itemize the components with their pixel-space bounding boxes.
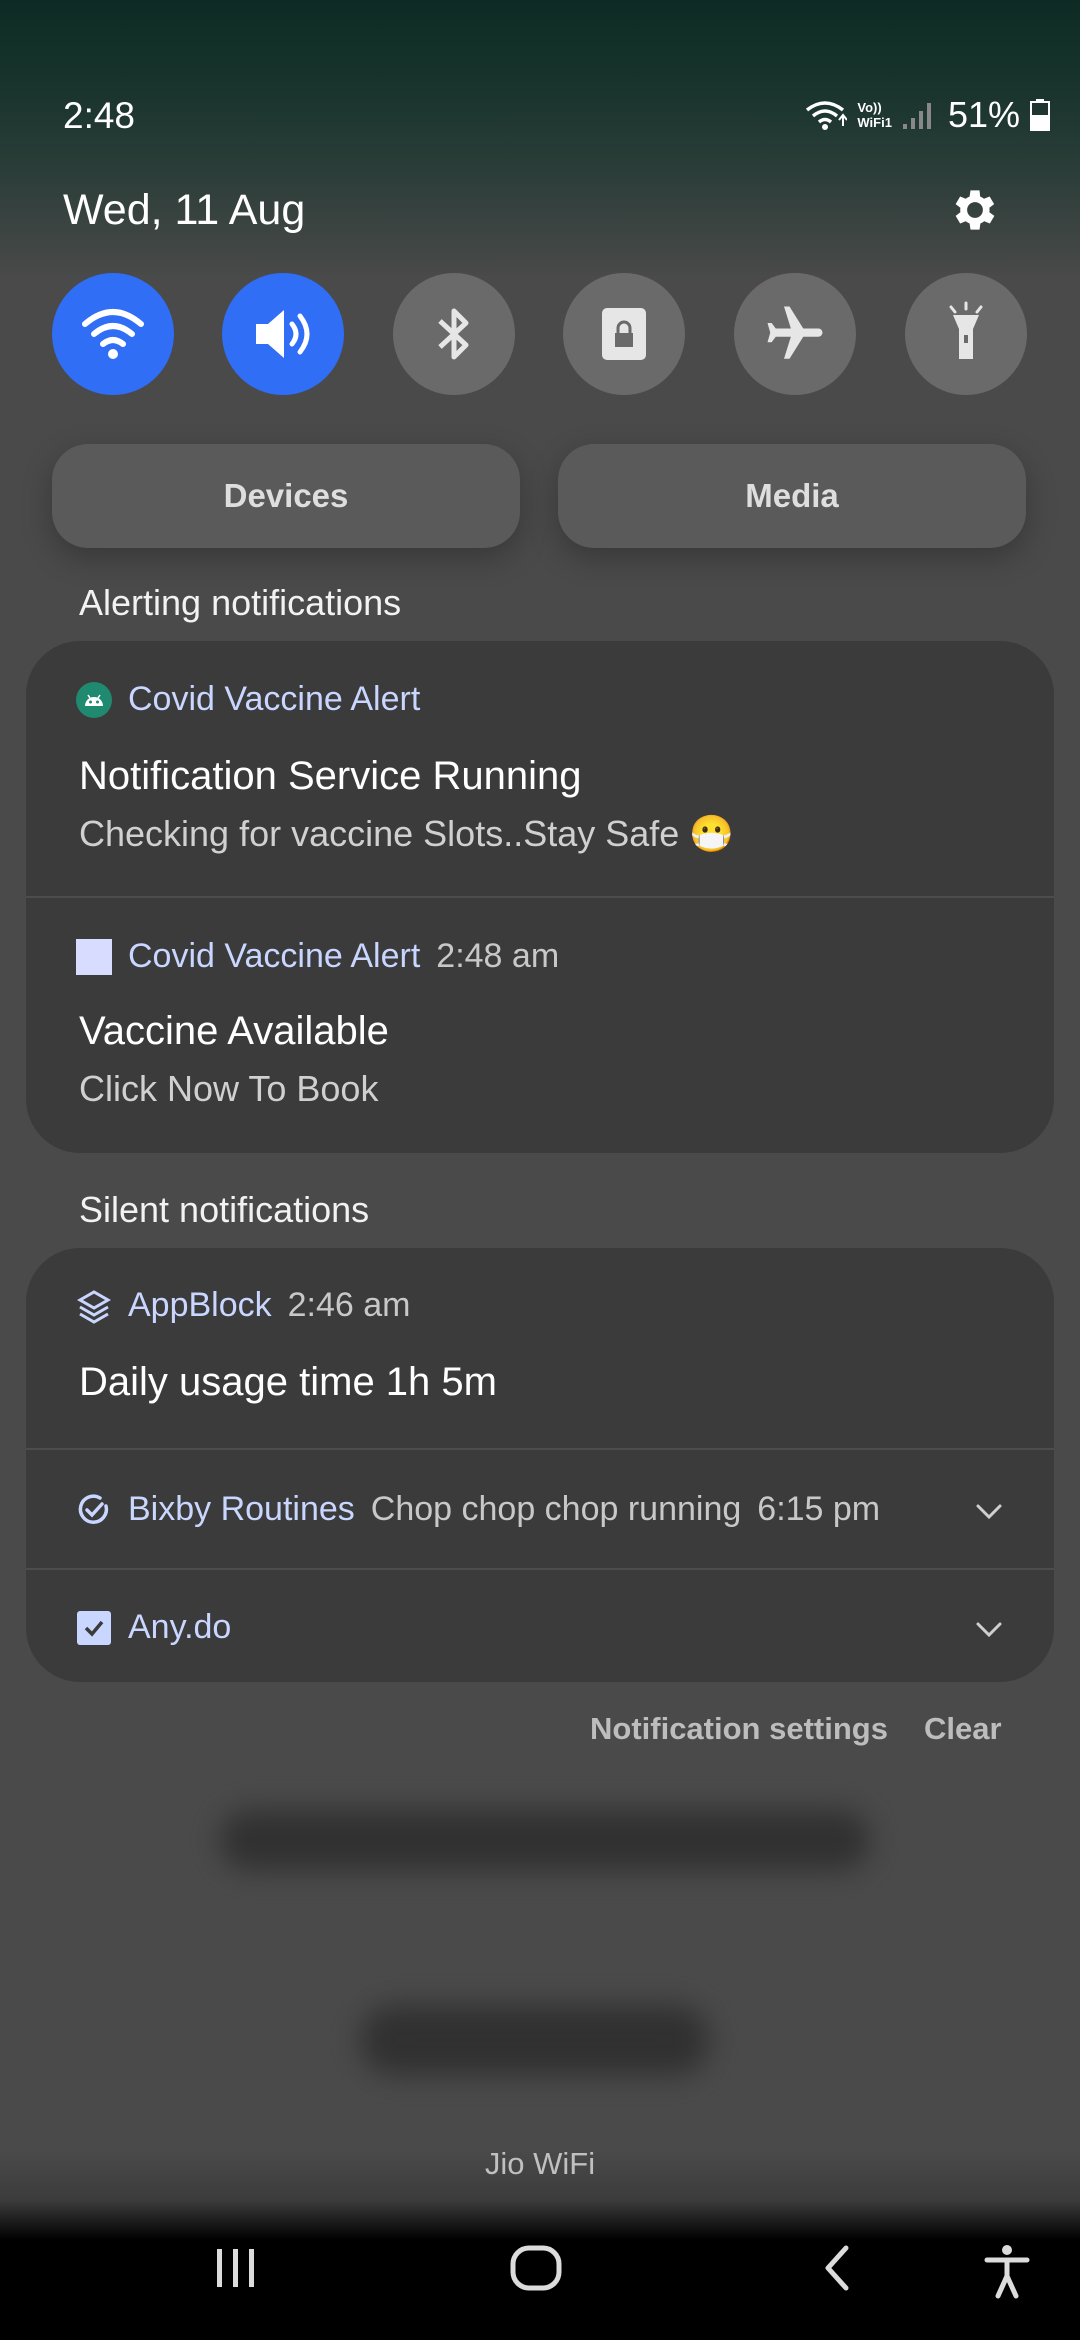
accessibility-button[interactable]: [982, 2243, 1032, 2299]
quick-toggles: [52, 273, 1028, 395]
gear-icon: [955, 190, 995, 230]
home-button[interactable]: [508, 2243, 564, 2293]
media-button[interactable]: Media: [558, 444, 1026, 548]
screen-lock-toggle[interactable]: [563, 273, 685, 395]
navigation-bar: [0, 2190, 1080, 2340]
wifi-icon: [82, 309, 144, 359]
lock-icon: [602, 308, 646, 360]
notification-item[interactable]: Covid Vaccine Alert Notification Service…: [26, 641, 1054, 898]
volume-icon: [256, 310, 310, 358]
status-bar: 2:48 Vo)) WiFi1 51%: [0, 0, 1080, 200]
notification-header: Covid Vaccine Alert: [76, 680, 420, 719]
app-name: Covid Vaccine Alert: [128, 680, 421, 718]
recent-apps-button[interactable]: [205, 2243, 265, 2293]
wifi-toggle[interactable]: [52, 273, 174, 395]
airplane-icon: [767, 306, 823, 359]
carrier-label: Jio WiFi: [484, 2146, 596, 2181]
sound-toggle[interactable]: [222, 273, 344, 395]
airplane-mode-toggle[interactable]: [734, 273, 856, 395]
notification-text: Checking for vaccine Slots..Stay Safe 😷: [79, 813, 735, 854]
vowifi-top-text: Vo)): [857, 100, 882, 115]
battery-percent: 51%: [947, 94, 1020, 135]
notification-title: Notification Service Running: [79, 754, 582, 798]
android-app-icon: [76, 681, 112, 718]
app-square-icon: [76, 938, 112, 975]
signal-icon: [902, 103, 931, 129]
recents-icon: [217, 2249, 254, 2287]
back-button[interactable]: [818, 2243, 858, 2293]
flashlight-toggle[interactable]: [905, 273, 1027, 395]
alerting-notifications-header: Alerting notifications: [79, 582, 402, 623]
wifi-calling-icon: [806, 101, 848, 130]
devices-button[interactable]: Devices: [52, 444, 520, 548]
flashlight-icon: [949, 301, 983, 359]
back-icon: [825, 2245, 849, 2291]
carrier-area: Jio WiFi: [0, 1000, 1080, 2200]
vowifi-bottom-text: WiFi1: [857, 115, 892, 130]
notification-header: Covid Vaccine Alert 2:48 am: [76, 937, 559, 976]
home-icon: [510, 2245, 562, 2291]
settings-button[interactable]: [948, 183, 1002, 237]
date-label: Wed, 11 Aug: [63, 186, 306, 234]
notification-time: 2:48 am: [436, 937, 560, 975]
vowifi-icon: Vo)) WiFi1: [857, 100, 892, 130]
battery-icon: [1030, 99, 1050, 131]
accessibility-icon: [984, 2245, 1030, 2299]
bluetooth-toggle[interactable]: [393, 273, 515, 395]
app-name: Covid Vaccine Alert: [128, 937, 421, 975]
clock: 2:48: [63, 95, 136, 136]
status-icons: Vo)) WiFi1 51%: [803, 94, 1050, 136]
bluetooth-icon: [438, 308, 469, 360]
